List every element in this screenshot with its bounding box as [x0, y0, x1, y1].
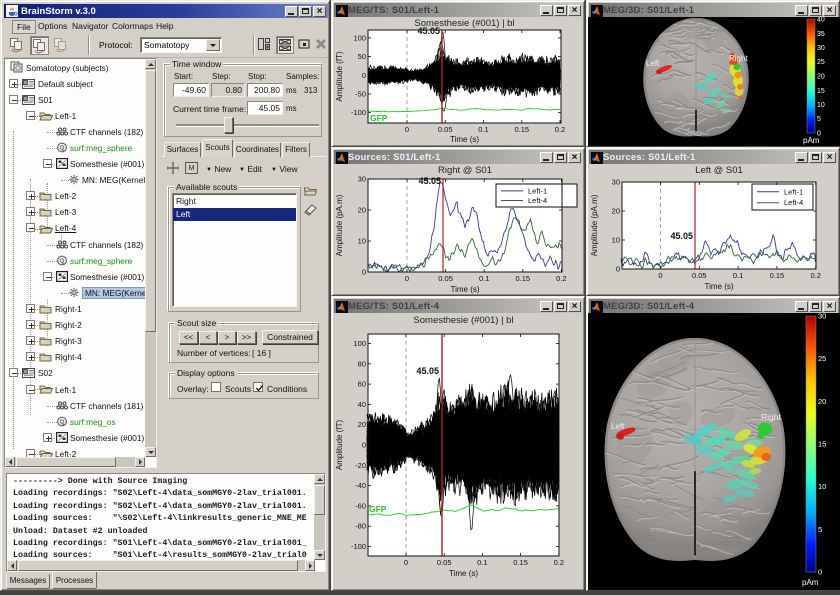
svg-text:Amplitude (fT): Amplitude (fT)	[335, 420, 344, 471]
svg-text:Amplitude (pA.m): Amplitude (pA.m)	[335, 194, 344, 256]
svg-text:0.1: 0.1	[478, 125, 488, 134]
svg-text:15: 15	[817, 88, 825, 95]
svg-text:Left-4: Left-4	[528, 196, 547, 205]
svg-text:0: 0	[362, 441, 366, 450]
svg-text:15: 15	[818, 440, 826, 449]
svg-text:45.05: 45.05	[418, 176, 441, 186]
svg-text:-50: -50	[355, 90, 366, 99]
svg-text:50: 50	[358, 52, 366, 61]
svg-text:Time (s): Time (s)	[450, 285, 479, 294]
svg-text:30: 30	[818, 313, 826, 321]
svg-text:0: 0	[405, 274, 409, 283]
svg-text:20: 20	[818, 397, 826, 406]
svg-text:GFP: GFP	[370, 113, 388, 123]
svg-text:-40: -40	[355, 481, 366, 490]
svg-text:20: 20	[358, 206, 366, 215]
svg-text:0: 0	[405, 125, 409, 134]
svg-text:0.05: 0.05	[437, 558, 452, 567]
svg-text:25: 25	[817, 59, 825, 66]
svg-text:100: 100	[353, 33, 366, 42]
svg-text:0.2: 0.2	[810, 271, 820, 280]
svg-text:100: 100	[353, 339, 366, 348]
svg-text:30: 30	[612, 178, 620, 187]
svg-text:Time (s): Time (s)	[704, 282, 733, 291]
svg-text:0.05: 0.05	[438, 274, 453, 283]
svg-text:20: 20	[612, 207, 620, 216]
svg-text:GFP: GFP	[369, 504, 387, 514]
svg-text:0: 0	[616, 265, 620, 274]
svg-text:0.15: 0.15	[515, 274, 530, 283]
svg-text:Amplitude (pA.m): Amplitude (pA.m)	[590, 194, 599, 256]
svg-text:5: 5	[817, 116, 821, 123]
svg-text:80: 80	[358, 359, 366, 368]
svg-text:Left-1: Left-1	[528, 186, 547, 195]
svg-text:0: 0	[404, 558, 408, 567]
svg-text:0.15: 0.15	[770, 271, 785, 280]
svg-text:45.05: 45.05	[416, 366, 439, 376]
svg-text:Left-1: Left-1	[784, 187, 803, 196]
svg-text:0.05: 0.05	[438, 125, 453, 134]
svg-text:Right: Right	[729, 54, 748, 63]
svg-text:-20: -20	[355, 461, 366, 470]
svg-text:35: 35	[817, 31, 825, 38]
svg-text:40: 40	[358, 400, 366, 409]
svg-text:-60: -60	[355, 501, 366, 510]
svg-text:10: 10	[817, 102, 825, 109]
svg-text:Time (s): Time (s)	[449, 569, 478, 578]
svg-text:0.1: 0.1	[733, 271, 743, 280]
svg-text:0: 0	[362, 71, 366, 80]
svg-text:0.1: 0.1	[477, 558, 487, 567]
svg-text:20: 20	[817, 74, 825, 81]
svg-text:25: 25	[818, 354, 826, 363]
svg-text:0: 0	[362, 268, 366, 277]
svg-text:Somesthesie (#001) | bl: Somesthesie (#001) | bl	[413, 315, 513, 326]
svg-text:Right @ S01: Right @ S01	[438, 165, 492, 176]
svg-text:0.2: 0.2	[554, 558, 564, 567]
svg-text:0: 0	[658, 271, 662, 280]
svg-text:0.2: 0.2	[556, 274, 566, 283]
svg-text:Time (s): Time (s)	[450, 135, 479, 144]
svg-text:-100: -100	[351, 542, 366, 551]
svg-text:pAm: pAm	[802, 578, 819, 587]
svg-text:20: 20	[358, 420, 366, 429]
svg-text:10: 10	[358, 237, 366, 246]
svg-text:30: 30	[817, 45, 825, 52]
svg-text:-100: -100	[351, 108, 366, 117]
svg-text:Left @ S01: Left @ S01	[695, 165, 743, 176]
svg-text:30: 30	[358, 175, 366, 184]
svg-text:pAm: pAm	[803, 136, 820, 145]
svg-text:-80: -80	[355, 522, 366, 531]
svg-text:0.05: 0.05	[692, 271, 707, 280]
svg-text:Right: Right	[761, 412, 781, 422]
svg-text:5: 5	[818, 525, 822, 534]
svg-text:Left: Left	[646, 59, 660, 68]
svg-text:45.05: 45.05	[670, 231, 693, 241]
svg-text:60: 60	[358, 380, 366, 389]
svg-text:0: 0	[818, 568, 822, 577]
svg-text:Somesthesie (#001) | bl: Somesthesie (#001) | bl	[414, 18, 514, 29]
svg-text:0.15: 0.15	[514, 125, 529, 134]
svg-text:10: 10	[818, 482, 826, 491]
svg-text:Left: Left	[611, 422, 625, 431]
svg-text:0.2: 0.2	[555, 125, 565, 134]
svg-text:0.1: 0.1	[479, 274, 489, 283]
svg-text:Left-4: Left-4	[784, 198, 803, 207]
svg-text:0.15: 0.15	[513, 558, 528, 567]
svg-text:10: 10	[612, 236, 620, 245]
svg-text:40: 40	[817, 17, 825, 24]
svg-text:Amplitude (fT): Amplitude (fT)	[335, 51, 344, 102]
